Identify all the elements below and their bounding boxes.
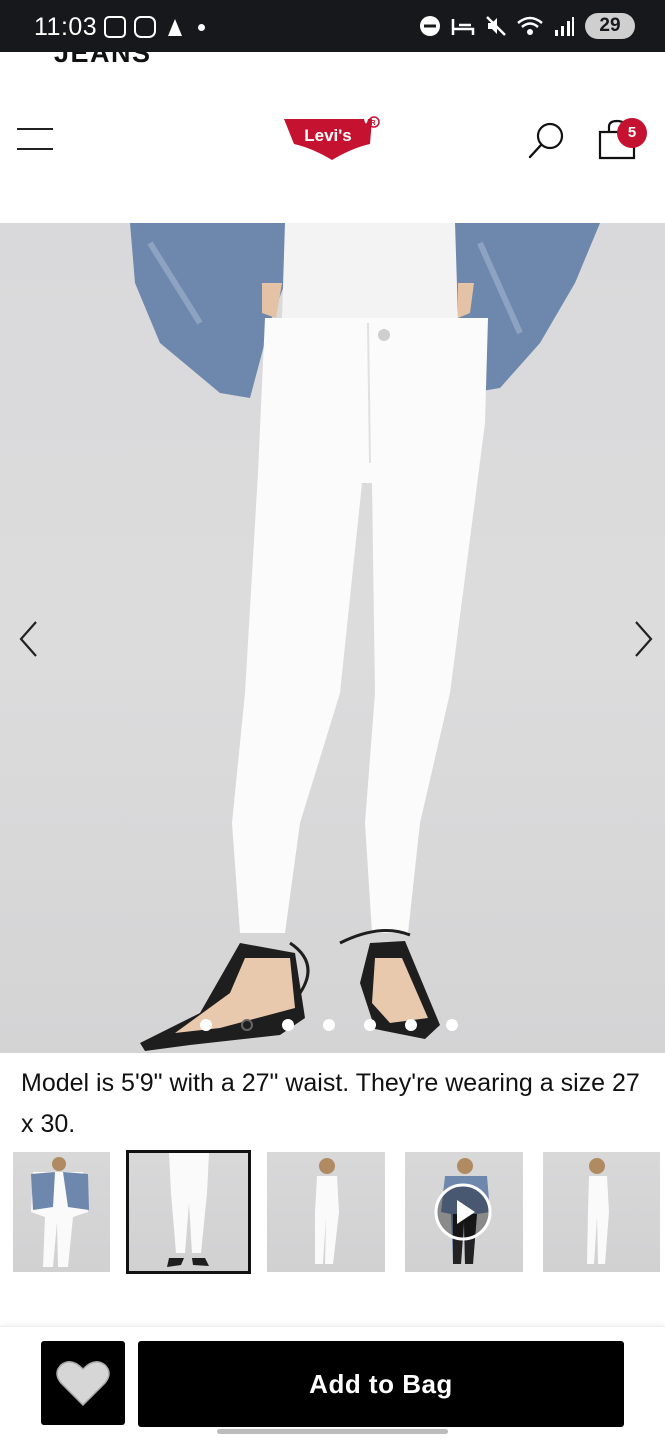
svg-text:R: R: [371, 120, 376, 127]
status-right-icons: 29: [419, 13, 635, 39]
screenshot-icon: [104, 16, 126, 38]
instagram-icon: [134, 16, 156, 38]
model-size-caption: Model is 5'9" with a 27" waist. They're …: [21, 1069, 640, 1138]
wifi-icon: [517, 16, 543, 35]
signal-icon: [555, 17, 574, 36]
thumbnail-strip: [13, 1150, 665, 1274]
carousel-dot[interactable]: [446, 1019, 458, 1031]
dnd-icon: [420, 16, 440, 36]
bag-count-badge: 5: [617, 118, 647, 148]
app-icon: [168, 19, 182, 36]
partial-page-title: JEANS: [54, 52, 152, 68]
carousel-dot[interactable]: [282, 1019, 294, 1031]
wishlist-button[interactable]: [41, 1341, 125, 1425]
thumbnail-1[interactable]: [13, 1152, 110, 1272]
bottom-action-bar: Add to Bag: [0, 1326, 665, 1440]
notification-dot: [198, 23, 205, 31]
home-indicator[interactable]: [217, 1429, 448, 1434]
carousel-dot[interactable]: [200, 1019, 212, 1031]
battery-indicator: 29: [585, 13, 635, 39]
menu-icon[interactable]: [17, 126, 53, 152]
carousel-dots: [200, 1019, 458, 1031]
status-time: 11:03: [34, 13, 98, 41]
product-image-carousel[interactable]: [0, 223, 665, 1053]
carousel-dot[interactable]: [323, 1019, 335, 1031]
add-to-bag-button[interactable]: Add to Bag: [138, 1341, 624, 1427]
thumbnail-4-video[interactable]: [405, 1152, 523, 1272]
carousel-dot[interactable]: [364, 1019, 376, 1031]
search-icon[interactable]: [527, 120, 567, 160]
mute-icon: [486, 16, 506, 36]
sleep-icon: [451, 19, 475, 35]
thumbnail-2-selected[interactable]: [126, 1150, 251, 1274]
carousel-dot[interactable]: [405, 1019, 417, 1031]
logo-text: Levi's: [304, 126, 352, 145]
product-main-image: [130, 223, 600, 1051]
next-image-arrow[interactable]: [628, 619, 658, 659]
play-video-icon[interactable]: [433, 1182, 493, 1242]
previous-image-arrow[interactable]: [14, 619, 44, 659]
status-left-icons: [104, 16, 205, 38]
levis-logo[interactable]: R Levi's: [282, 116, 383, 162]
thumbnail-5[interactable]: [543, 1152, 660, 1272]
thumbnail-3[interactable]: [267, 1152, 385, 1272]
carousel-dot-active[interactable]: [241, 1019, 253, 1031]
heart-icon: [56, 1361, 110, 1407]
status-bar: 11:03 29: [0, 0, 665, 52]
